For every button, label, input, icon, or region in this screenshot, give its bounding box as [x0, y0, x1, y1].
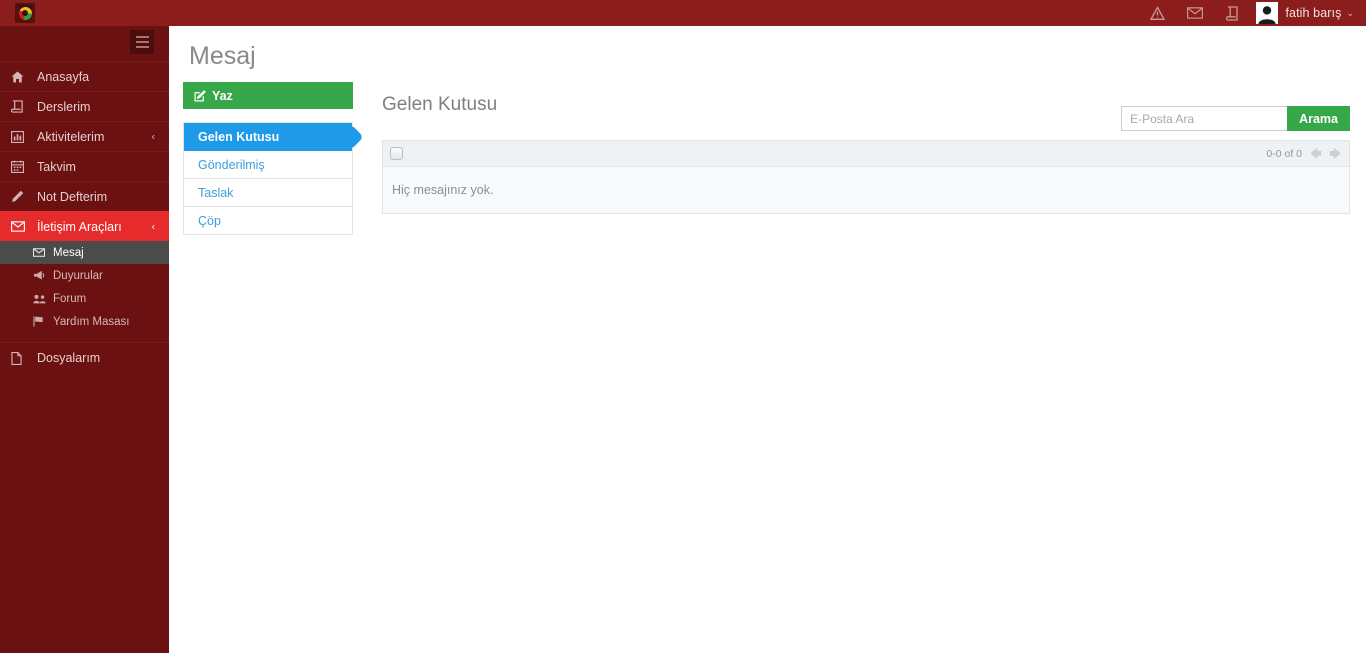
users-icon	[33, 294, 48, 304]
envelope-icon	[33, 248, 48, 257]
sidebar-submenu: Mesaj Duyurular Forum Yardım Masası	[0, 241, 169, 333]
search-bar: Arama	[1121, 106, 1350, 131]
compose-button-label: Yaz	[212, 88, 233, 103]
folder-item-gonderilmis[interactable]: Gönderilmiş	[184, 151, 352, 179]
topbar-actions: fatih barış ⌄	[1138, 0, 1366, 26]
sidebar-item-label: Not Defterim	[37, 189, 108, 204]
message-toolbar: 0-0 of 0	[383, 141, 1349, 167]
sidebar-subitem-forum[interactable]: Forum	[0, 287, 169, 310]
calendar-icon	[11, 160, 29, 173]
sidebar-item-label: Takvim	[37, 159, 76, 174]
search-input[interactable]	[1121, 106, 1288, 131]
sidebar: Anasayfa Derslerim Aktivitelerim ‹ Takvi…	[0, 26, 169, 653]
sidebar-subitem-label: Yardım Masası	[53, 315, 130, 328]
pagination: 0-0 of 0	[1266, 147, 1342, 160]
sidebar-item-takvim[interactable]: Takvim	[0, 151, 169, 181]
book-icon[interactable]	[1214, 0, 1252, 26]
sidebar-item-label: Anasayfa	[37, 69, 90, 84]
logo-shield	[15, 3, 35, 23]
alert-icon[interactable]	[1138, 0, 1176, 26]
mail-main: Gelen Kutusu Arama 0-0 of 0	[382, 82, 1350, 214]
envelope-icon[interactable]	[1176, 0, 1214, 26]
bar-chart-icon	[11, 130, 29, 143]
folder-item-cop[interactable]: Çöp	[184, 207, 352, 235]
mail-sidebar: Yaz Gelen Kutusu Gönderilmiş Taslak Çöp	[183, 82, 353, 235]
top-bar: fatih barış ⌄	[0, 0, 1366, 26]
envelope-icon	[11, 221, 29, 232]
sidebar-item-anasayfa[interactable]: Anasayfa	[0, 61, 169, 91]
sidebar-item-not-defterim[interactable]: Not Defterim	[0, 181, 169, 211]
sidebar-item-aktivitelerim[interactable]: Aktivitelerim ‹	[0, 121, 169, 151]
compose-button[interactable]: Yaz	[183, 82, 353, 109]
next-page-icon[interactable]	[1329, 147, 1342, 160]
menu-toggle-button[interactable]	[130, 30, 154, 54]
sidebar-subitem-mesaj[interactable]: Mesaj	[0, 241, 169, 264]
folder-label: Çöp	[198, 213, 221, 228]
pagination-count: 0-0 of 0	[1266, 147, 1302, 160]
site-logo[interactable]	[0, 0, 50, 26]
home-icon	[11, 70, 29, 83]
logo-ring-shape	[18, 6, 32, 20]
folder-label: Taslak	[198, 185, 234, 200]
empty-state-text: Hiç mesajınız yok.	[383, 167, 1349, 213]
folder-item-taslak[interactable]: Taslak	[184, 179, 352, 207]
hamburger-bar	[135, 36, 149, 38]
page-title: Mesaj	[189, 42, 256, 70]
select-all-checkbox[interactable]	[390, 147, 403, 160]
sidebar-item-dosyalarim[interactable]: Dosyalarım	[0, 343, 169, 373]
sidebar-item-label: Dosyalarım	[37, 351, 101, 365]
chevron-left-icon: ‹	[151, 131, 155, 142]
sidebar-subitem-label: Mesaj	[53, 246, 84, 259]
folder-item-gelen-kutusu[interactable]: Gelen Kutusu	[184, 123, 352, 151]
sidebar-item-label: Aktivitelerim	[37, 129, 105, 144]
folder-label: Gelen Kutusu	[198, 129, 280, 144]
sidebar-subitem-label: Duyurular	[53, 269, 103, 282]
prev-page-icon[interactable]	[1309, 147, 1322, 160]
hamburger-bar	[135, 46, 149, 48]
folder-list: Gelen Kutusu Gönderilmiş Taslak Çöp	[183, 122, 353, 235]
chevron-down-icon: ⌄	[1346, 7, 1354, 18]
sidebar-item-label: İletişim Araçları	[37, 219, 122, 234]
chevron-left-icon: ‹	[151, 221, 155, 232]
file-icon	[11, 351, 29, 365]
sidebar-toggle-row	[0, 26, 169, 61]
search-button[interactable]: Arama	[1287, 106, 1350, 131]
user-menu[interactable]: fatih barış ⌄	[1256, 0, 1360, 26]
sidebar-subitem-yardim-masasi[interactable]: Yardım Masası	[0, 310, 169, 333]
megaphone-icon	[33, 270, 48, 281]
flag-icon	[33, 316, 48, 327]
avatar	[1256, 2, 1279, 24]
compose-icon	[194, 89, 206, 102]
folder-label: Gönderilmiş	[198, 157, 265, 172]
pencil-icon	[11, 190, 29, 203]
sidebar-subitem-duyurular[interactable]: Duyurular	[0, 264, 169, 287]
sidebar-item-label: Derslerim	[37, 99, 91, 114]
user-name: fatih barış	[1285, 6, 1342, 20]
message-panel: 0-0 of 0 Hiç mesajınız yok.	[382, 140, 1350, 214]
sidebar-item-iletisim-araclari[interactable]: İletişim Araçları ‹	[0, 211, 169, 241]
hamburger-bar	[135, 41, 149, 43]
main-content: Mesaj Yaz Gelen Kutusu Gönderilmiş Tasla…	[169, 26, 1366, 653]
sidebar-item-derslerim[interactable]: Derslerim	[0, 91, 169, 121]
sidebar-subitem-label: Forum	[53, 292, 87, 305]
book-icon	[11, 100, 29, 113]
